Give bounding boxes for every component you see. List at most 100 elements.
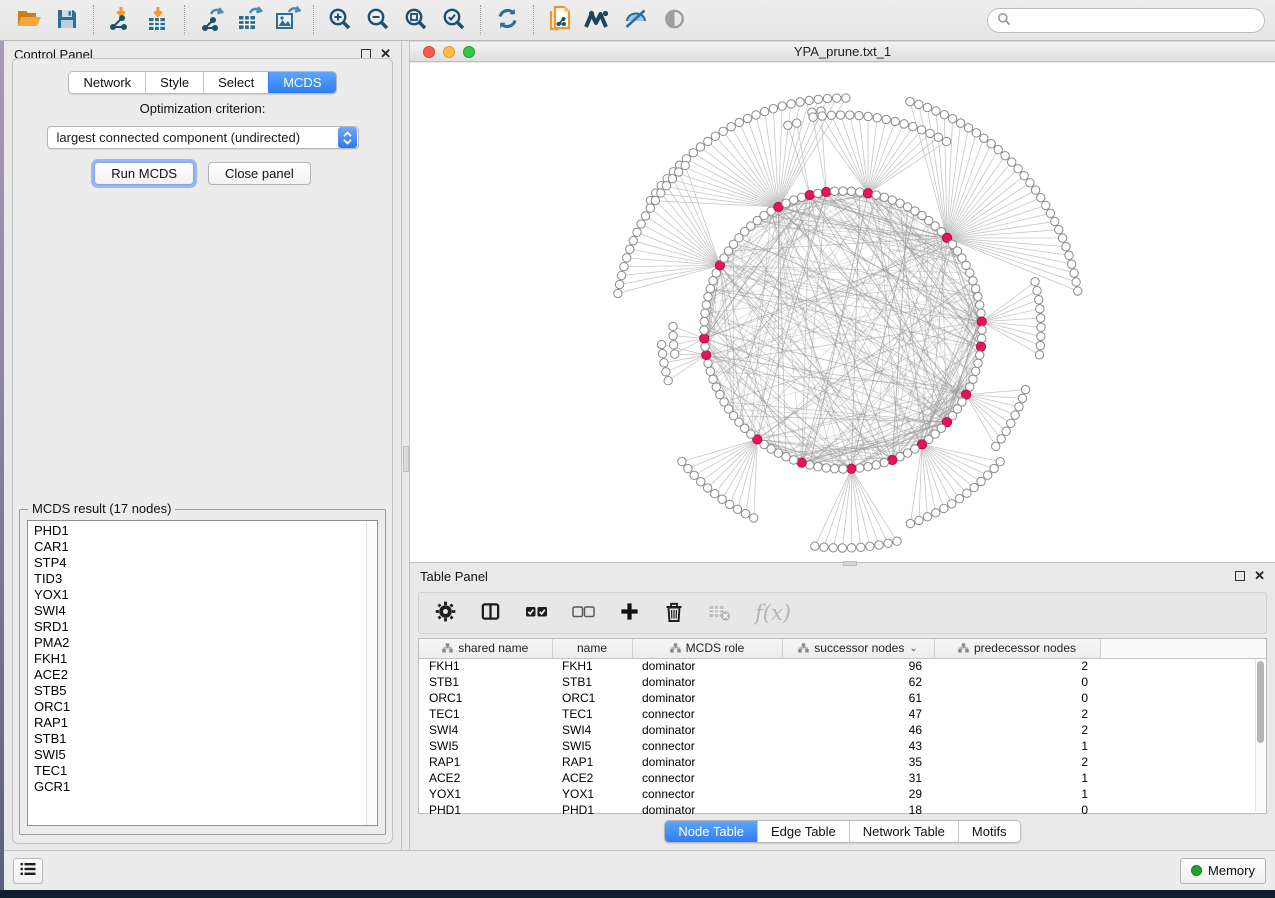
leaf-node[interactable] xyxy=(727,123,735,131)
leaf-node[interactable] xyxy=(669,341,677,349)
result-list-scrollbar[interactable] xyxy=(366,521,377,825)
run-mcds-button[interactable]: Run MCDS xyxy=(94,162,194,185)
ring-node[interactable] xyxy=(706,367,714,375)
cell-name[interactable]: FKH1 xyxy=(552,658,632,674)
column-header-mcds-role[interactable]: MCDS role xyxy=(632,639,782,658)
leaf-node[interactable] xyxy=(955,495,963,503)
cell-mcds-role[interactable]: connector xyxy=(632,770,782,786)
splitter-grip[interactable] xyxy=(403,446,409,472)
leaf-node[interactable] xyxy=(964,124,972,132)
cell-shared-name[interactable]: SWI5 xyxy=(419,738,552,754)
leaf-node[interactable] xyxy=(1035,351,1043,359)
cell-name[interactable]: SWI5 xyxy=(552,738,632,754)
ring-node[interactable] xyxy=(712,383,720,391)
cell-predecessor-nodes[interactable]: 1 xyxy=(934,770,1100,786)
leaf-node[interactable] xyxy=(750,514,758,522)
search-binoculars-button[interactable] xyxy=(579,3,617,37)
leaf-node[interactable] xyxy=(660,359,668,367)
cell-name[interactable]: PHD1 xyxy=(552,802,632,818)
leaf-node[interactable] xyxy=(1037,323,1045,331)
leaf-node[interactable] xyxy=(769,104,777,112)
delete-table-button[interactable] xyxy=(708,602,731,625)
leaf-node[interactable] xyxy=(1051,217,1059,225)
result-list-item[interactable]: CAR1 xyxy=(34,539,371,555)
ring-node[interactable] xyxy=(880,459,888,467)
leaf-node[interactable] xyxy=(977,477,985,485)
leaf-node[interactable] xyxy=(778,102,786,110)
leaf-node[interactable] xyxy=(614,289,622,297)
ring-node[interactable] xyxy=(969,375,977,383)
leaf-node[interactable] xyxy=(932,107,940,115)
ring-node[interactable] xyxy=(790,196,798,204)
leaf-node[interactable] xyxy=(696,143,704,151)
ring-node[interactable] xyxy=(856,188,864,196)
cell-shared-name[interactable]: FKH1 xyxy=(419,658,552,674)
leaf-node[interactable] xyxy=(842,94,850,102)
cell-name[interactable]: TEC1 xyxy=(552,706,632,722)
leaf-node[interactable] xyxy=(994,145,1002,153)
leaf-node[interactable] xyxy=(1036,305,1044,313)
cell-shared-name[interactable]: TEC1 xyxy=(419,706,552,722)
cell-successor-nodes[interactable]: 61 xyxy=(782,690,934,706)
tab-select[interactable]: Select xyxy=(203,72,268,93)
leaf-node[interactable] xyxy=(1020,171,1028,179)
ring-node[interactable] xyxy=(806,461,814,469)
selected-mcds-node[interactable] xyxy=(797,458,806,467)
table-row[interactable]: STB1STB1dominator620 xyxy=(419,674,1266,690)
leaf-node[interactable] xyxy=(1065,251,1073,259)
leaf-node[interactable] xyxy=(823,94,831,102)
leaf-node[interactable] xyxy=(615,280,623,288)
cell-name[interactable]: STB1 xyxy=(552,674,632,690)
leaf-node[interactable] xyxy=(669,322,677,330)
leaf-node[interactable] xyxy=(1046,209,1054,217)
leaf-node[interactable] xyxy=(703,484,711,492)
selected-mcds-node[interactable] xyxy=(888,455,897,464)
cell-successor-nodes[interactable]: 46 xyxy=(782,722,934,738)
table-row[interactable]: YOX1YOX1connector291 xyxy=(419,786,1266,802)
table-row[interactable]: RAP1RAP1dominator352 xyxy=(419,754,1266,770)
result-list-item[interactable]: SWI4 xyxy=(34,603,371,619)
leaf-node[interactable] xyxy=(875,541,883,549)
leaf-node[interactable] xyxy=(984,471,992,479)
tab-motifs[interactable]: Motifs xyxy=(958,821,1020,842)
zoom-out-button[interactable] xyxy=(359,3,397,37)
leaf-node[interactable] xyxy=(1015,403,1023,411)
network-view-titlebar[interactable]: YPA_prune.txt_1 xyxy=(410,41,1275,62)
cell-mcds-role[interactable]: dominator xyxy=(632,658,782,674)
ring-node[interactable] xyxy=(974,293,982,301)
leaf-node[interactable] xyxy=(704,137,712,145)
result-list-item[interactable]: RAP1 xyxy=(34,715,371,731)
tab-mcds[interactable]: MCDS xyxy=(268,72,335,93)
cell-successor-nodes[interactable]: 31 xyxy=(782,770,934,786)
column-header-successor-nodes[interactable]: successor nodes⌄ xyxy=(782,639,934,658)
leaf-node[interactable] xyxy=(963,489,971,497)
cell-successor-nodes[interactable]: 35 xyxy=(782,754,934,770)
function-builder-button[interactable]: f(x) xyxy=(755,601,791,625)
leaf-node[interactable] xyxy=(1055,225,1063,233)
leaf-node[interactable] xyxy=(733,505,741,513)
leaf-node[interactable] xyxy=(1031,186,1039,194)
leaf-node[interactable] xyxy=(1058,234,1066,242)
tab-network[interactable]: Network xyxy=(69,72,145,93)
leaf-node[interactable] xyxy=(689,149,697,157)
leaf-node[interactable] xyxy=(942,137,950,145)
unselect-all-button[interactable] xyxy=(572,604,595,622)
leaf-node[interactable] xyxy=(641,212,649,220)
leaf-node[interactable] xyxy=(793,119,801,127)
leaf-node[interactable] xyxy=(787,100,795,108)
ring-node[interactable] xyxy=(969,277,977,285)
result-list-item[interactable]: STP4 xyxy=(34,555,371,571)
leaf-node[interactable] xyxy=(987,140,995,148)
task-history-button[interactable] xyxy=(13,858,43,884)
selected-mcds-node[interactable] xyxy=(805,190,814,199)
leaf-node[interactable] xyxy=(662,368,670,376)
leaf-node[interactable] xyxy=(1068,260,1076,268)
zoom-selected-button[interactable] xyxy=(435,3,473,37)
leaf-node[interactable] xyxy=(814,95,822,103)
leaf-node[interactable] xyxy=(718,495,726,503)
tab-network-table[interactable]: Network Table xyxy=(849,821,958,842)
ring-node[interactable] xyxy=(701,309,709,317)
leaf-node[interactable] xyxy=(1031,278,1039,286)
leaf-node[interactable] xyxy=(662,182,670,190)
leaf-node[interactable] xyxy=(1034,296,1042,304)
